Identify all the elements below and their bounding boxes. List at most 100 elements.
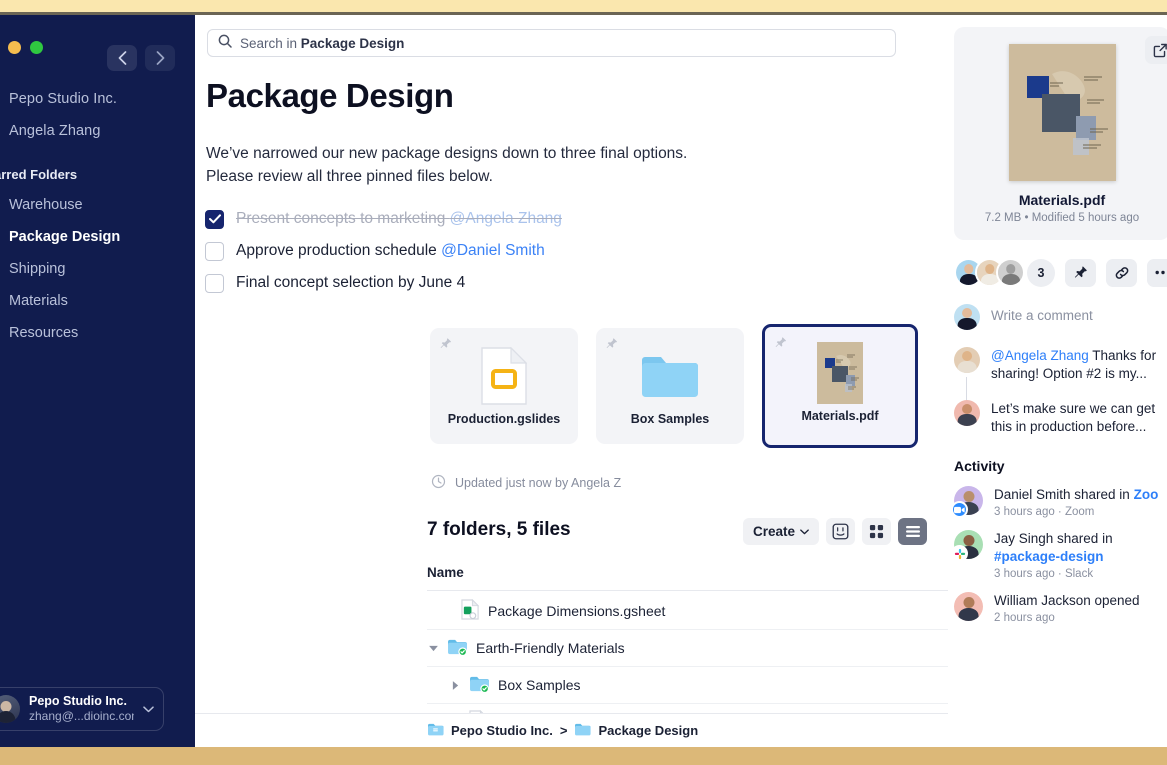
comment-text: Let’s make sure we can get this in produ… xyxy=(991,400,1167,436)
more-actions-button[interactable] xyxy=(1147,259,1167,287)
page-title: Package Design xyxy=(206,77,454,115)
avatar-with-badge xyxy=(954,592,983,621)
task-checkbox[interactable] xyxy=(205,274,224,293)
folder-icon xyxy=(640,342,700,410)
minimize-window-button[interactable] xyxy=(8,41,21,54)
comment-text: @Angela Zhang Thanks for sharing! Option… xyxy=(991,347,1167,383)
updated-note-text: Updated just now by Angela Z xyxy=(455,476,621,490)
page-description-line-2: Please review all three pinned files bel… xyxy=(206,165,806,188)
pin-icon[interactable] xyxy=(439,337,452,355)
activity-item[interactable]: Jay Singh shared in #package-design 3 ho… xyxy=(954,530,1167,580)
avatar-with-badge xyxy=(954,486,983,515)
activity-body: William Jackson opened 2 hours ago xyxy=(994,592,1167,624)
activity-timestamp: 3 hours ago · Zoom xyxy=(994,506,1167,518)
decorative-bottom-band xyxy=(0,747,1167,765)
create-button[interactable]: Create xyxy=(743,518,819,545)
sidebar-item-package-design[interactable]: Package Design xyxy=(0,221,195,253)
sidebar-item-resources[interactable]: Resources xyxy=(0,317,195,349)
breadcrumb-root[interactable]: Pepo Studio Inc. xyxy=(451,723,553,738)
activity-body: Jay Singh shared in #package-design 3 ho… xyxy=(994,530,1167,580)
row-name-cell: Box Samples xyxy=(427,675,948,696)
row-name-text: Package Dimensions.gsheet xyxy=(488,603,665,619)
pinned-card-label: Box Samples xyxy=(631,412,710,426)
forward-arrow-icon xyxy=(156,51,165,65)
filelist-column-headers: Name Modified xyxy=(427,565,948,591)
pinned-card-label: Production.gslides xyxy=(448,412,561,426)
file-thumbnail[interactable] xyxy=(1009,44,1116,181)
sidebar-item-shipping[interactable]: Shipping xyxy=(0,253,195,285)
search-input[interactable]: Search in Package Design xyxy=(207,29,896,57)
pdf-page-graphic xyxy=(1009,44,1116,181)
row-name-text: Earth-Friendly Materials xyxy=(476,640,625,656)
breadcrumb: Pepo Studio Inc. > Package Design xyxy=(195,713,948,747)
table-row[interactable]: Earth-Friendly Materials 1:04 PM xyxy=(427,630,948,667)
slack-icon xyxy=(951,545,968,562)
activity-item[interactable]: William Jackson opened 2 hours ago xyxy=(954,592,1167,624)
breadcrumb-current[interactable]: Package Design xyxy=(598,723,698,738)
task-checkbox-checked[interactable] xyxy=(205,210,224,229)
activity-link[interactable]: #package-design xyxy=(994,549,1104,564)
activity-heading: Activity xyxy=(954,458,1167,474)
row-name-cell: Earth-Friendly Materials xyxy=(427,638,948,659)
grid-view-button[interactable] xyxy=(862,518,891,545)
task-mention[interactable]: @Angela Zhang xyxy=(450,210,562,227)
open-in-finder-button[interactable] xyxy=(826,518,855,545)
activity-text: Jay Singh shared in #package-design xyxy=(994,531,1113,564)
page-description: We’ve narrowed our new package designs d… xyxy=(206,142,806,188)
avatar-stack[interactable]: 3 xyxy=(954,258,1055,287)
table-row[interactable]: Package Dimensions.gsheet 2:34 PM xyxy=(427,593,948,630)
comment-mention[interactable]: @Angela Zhang xyxy=(991,348,1089,363)
pinned-card-materials-pdf[interactable]: Materials.pdf xyxy=(762,324,918,448)
slides-file-icon xyxy=(481,342,527,410)
table-row[interactable]: Box Samples 1:04 PM xyxy=(427,667,948,704)
pinned-card-production-gslides[interactable]: Production.gslides xyxy=(430,328,578,444)
column-header-name[interactable]: Name xyxy=(427,565,464,580)
sidebar-item-warehouse[interactable]: Warehouse xyxy=(0,189,195,221)
sidebar-workspace-name[interactable]: Pepo Studio Inc. xyxy=(0,83,195,115)
comment-item[interactable]: Let’s make sure we can get this in produ… xyxy=(954,400,1167,436)
forward-button[interactable] xyxy=(145,45,175,71)
pinned-card-box-samples[interactable]: Box Samples xyxy=(596,328,744,444)
details-panel: Materials.pdf 7.2 MB • Modified 5 hours … xyxy=(948,15,1167,747)
comment-item[interactable]: @Angela Zhang Thanks for sharing! Option… xyxy=(954,347,1167,383)
open-external-button[interactable] xyxy=(1145,36,1167,64)
more-icon xyxy=(1155,270,1167,275)
task-item[interactable]: Final concept selection by June 4 xyxy=(205,267,562,299)
sidebar-user-name[interactable]: Angela Zhang xyxy=(0,115,195,147)
avatar xyxy=(954,347,980,373)
avatar-overflow-count[interactable]: 3 xyxy=(1027,259,1055,287)
activity-item[interactable]: Daniel Smith shared in Zoo 3 hours ago ·… xyxy=(954,486,1167,518)
account-switcher[interactable]: Pepo Studio Inc. zhang@...dioinc.com xyxy=(0,687,164,731)
folder-icon xyxy=(574,722,591,740)
search-icon xyxy=(218,34,232,53)
avatar xyxy=(954,304,980,330)
main-content: Search in Package Design Package Design … xyxy=(195,15,948,747)
chevron-down-icon xyxy=(800,529,809,535)
caret-collapsed-icon[interactable] xyxy=(449,681,461,690)
avatar xyxy=(996,258,1025,287)
sidebar-item-materials[interactable]: Materials xyxy=(0,285,195,317)
activity-link[interactable]: Zoo xyxy=(1134,487,1159,502)
caret-expanded-icon[interactable] xyxy=(427,645,439,652)
create-button-label: Create xyxy=(753,524,795,539)
folder-shared-icon xyxy=(447,638,468,659)
activity-timestamp: 3 hours ago · Slack xyxy=(994,568,1167,580)
task-checkbox[interactable] xyxy=(205,242,224,261)
clock-icon xyxy=(431,474,446,492)
maximize-window-button[interactable] xyxy=(30,41,43,54)
back-button[interactable] xyxy=(107,45,137,71)
updated-note: Updated just now by Angela Z xyxy=(431,474,621,492)
pin-button[interactable] xyxy=(1065,259,1096,287)
chevron-down-icon xyxy=(143,700,154,718)
task-item[interactable]: Approve production schedule @Daniel Smit… xyxy=(205,235,562,267)
copy-link-button[interactable] xyxy=(1106,259,1137,287)
task-mention[interactable]: @Daniel Smith xyxy=(441,242,545,259)
task-item[interactable]: Present concepts to marketing @Angela Zh… xyxy=(205,203,562,235)
filelist-toolbar: Create xyxy=(743,518,927,545)
avatar xyxy=(954,592,983,621)
comment-composer[interactable]: Write a comment xyxy=(954,304,1167,330)
pin-icon xyxy=(1073,265,1088,280)
pin-icon[interactable] xyxy=(605,337,618,355)
pin-icon[interactable] xyxy=(774,336,787,354)
list-view-button[interactable] xyxy=(898,518,927,545)
